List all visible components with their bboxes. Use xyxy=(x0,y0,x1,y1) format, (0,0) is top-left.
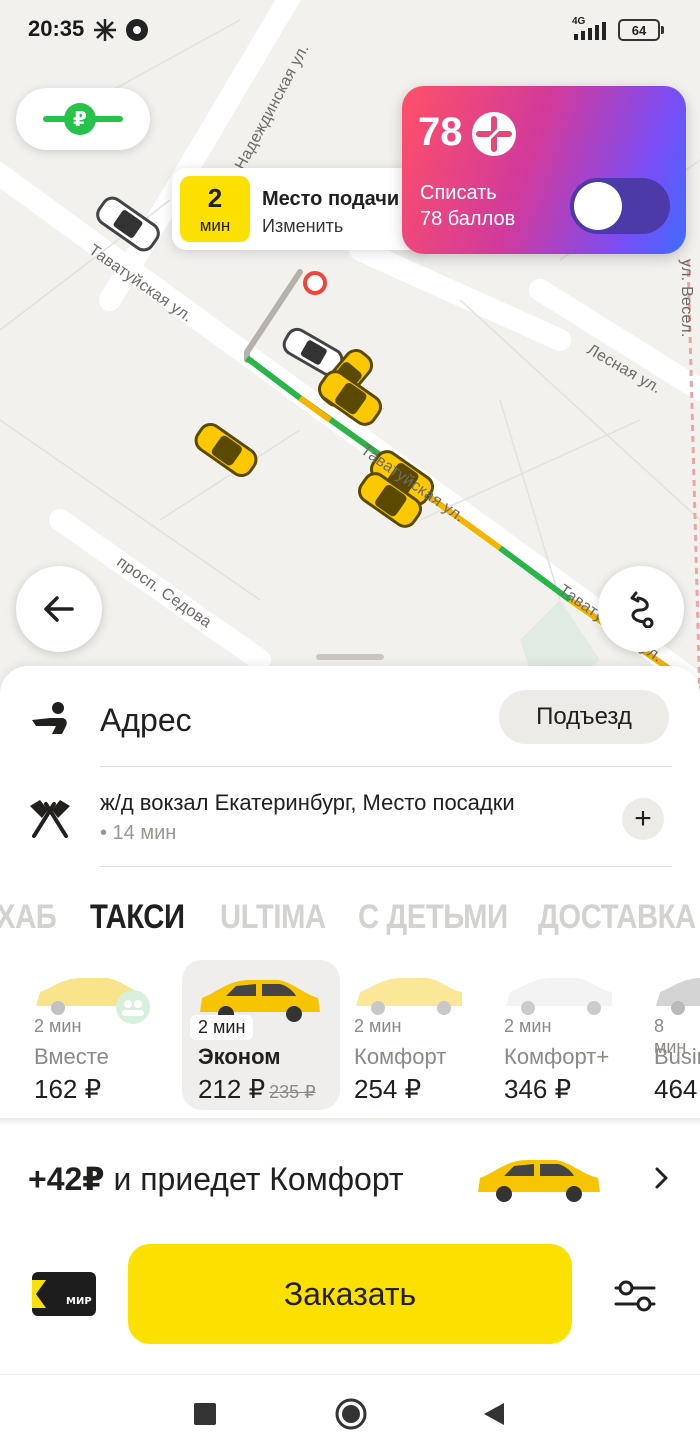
tab-taxi[interactable]: ТАКСИ xyxy=(90,898,185,937)
points-amount-label: 78 баллов xyxy=(420,208,516,230)
tariff-eta: 2 мин xyxy=(190,1015,254,1040)
entrance-button[interactable]: Подъезд xyxy=(499,690,669,744)
people-icon xyxy=(116,990,150,1024)
tariff-old-price: 235 ₽ xyxy=(269,1082,316,1102)
upsell-text: +42₽ и приедет Комфорт xyxy=(28,1161,404,1197)
pedestrian-pointing-icon xyxy=(32,702,67,734)
arrow-left-icon xyxy=(44,596,74,622)
finish-flags-icon xyxy=(30,800,70,838)
tariff-name: Вместе xyxy=(34,1044,109,1069)
tariff-eta: 2 мин xyxy=(34,1016,82,1036)
status-time: 20:35 xyxy=(28,16,85,41)
car-grey-icon xyxy=(656,978,700,1015)
add-stop-button[interactable]: + xyxy=(622,798,664,840)
tariff-name: Эконом xyxy=(198,1044,281,1069)
system-nav-bar xyxy=(0,1374,700,1456)
route-from-row[interactable]: Адрес Подъезд xyxy=(0,674,700,764)
back-nav-icon[interactable] xyxy=(482,1401,506,1427)
car-white-icon xyxy=(506,978,612,1015)
home-icon[interactable] xyxy=(334,1397,368,1431)
plus-points-card[interactable]: 78 Списать 78 баллов xyxy=(402,86,686,254)
pickup-eta-badge: 2 мин xyxy=(180,176,250,242)
signal-icon xyxy=(574,22,606,40)
sliders-icon[interactable] xyxy=(612,1276,658,1316)
destination-duration: • 14 мин xyxy=(100,822,177,844)
tab-kids[interactable]: С ДЕТЬМИ xyxy=(358,898,508,937)
status-bar: 20:35 4G 64 xyxy=(0,0,700,60)
tariff-price: 464 ₽ xyxy=(654,1074,700,1104)
pickup-title: Место подачи xyxy=(262,188,400,210)
chevron-right-icon xyxy=(655,1167,668,1189)
route-icon xyxy=(630,591,654,628)
tariff-card[interactable]: 2 мин Комфорт 254 ₽ xyxy=(338,960,496,1110)
tariff-price: 212 ₽235 ₽ xyxy=(198,1074,316,1104)
ruble-icon: ₽ xyxy=(43,103,123,135)
svg-text:МИР: МИР xyxy=(66,1296,92,1307)
mir-card-icon: МИР xyxy=(32,1280,92,1308)
points-balance: 78 xyxy=(418,110,463,154)
tariff-price: 162 ₽ xyxy=(34,1074,102,1104)
order-button[interactable]: Заказать xyxy=(128,1244,572,1344)
tariff-price: 254 ₽ xyxy=(354,1074,422,1104)
app-notification-icon xyxy=(126,19,148,41)
recents-icon[interactable] xyxy=(194,1403,216,1425)
sheet-grabber[interactable] xyxy=(316,654,384,660)
tariff-eta: 2 мин xyxy=(354,1016,402,1036)
upsell-separator xyxy=(0,1118,700,1126)
back-button[interactable] xyxy=(16,566,102,652)
plus-icon: + xyxy=(634,802,652,835)
street-label: ул. Весел. xyxy=(678,259,695,338)
route-to-row[interactable]: ж/д вокзал Екатеринбург, Место посадки •… xyxy=(0,770,700,866)
svg-text:₽: ₽ xyxy=(73,107,87,131)
tariff-price: 346 ₽ xyxy=(504,1074,572,1104)
tab-delivery[interactable]: ДОСТАВКА xyxy=(538,898,696,937)
tab-hub[interactable]: ХАБ xyxy=(0,898,57,937)
car-yellow-icon xyxy=(356,978,462,1015)
plus-icon xyxy=(472,112,516,156)
pickup-eta-number: 2 xyxy=(207,183,223,213)
divider xyxy=(100,866,672,867)
tariff-card-selected[interactable]: 2 мин Эконом 212 ₽235 ₽ xyxy=(182,960,340,1110)
map-view[interactable]: Надеждинская ул. Таватуйская ул. Лесная … xyxy=(0,0,700,700)
destination-address: ж/д вокзал Екатеринбург, Место посадки xyxy=(100,790,515,815)
points-toggle[interactable] xyxy=(570,178,670,234)
pickup-bubble[interactable]: 2 мин Место подачи Изменить xyxy=(172,168,432,250)
sparkle-icon xyxy=(94,19,116,41)
payment-method-pill[interactable]: ₽ xyxy=(16,88,150,150)
tariff-name: Комфорт+ xyxy=(504,1044,610,1069)
upsell-banner[interactable]: +42₽ и приедет Комфорт xyxy=(0,1126,700,1230)
pickup-eta-unit: мин xyxy=(199,216,231,235)
battery-indicator: 64 xyxy=(618,19,664,41)
tariff-card[interactable]: 2 мин Вместе 162 ₽ xyxy=(18,960,176,1110)
tab-ultima[interactable]: ULTIMA xyxy=(220,898,326,937)
tariff-card[interactable]: 8 мин Business 464 ₽ xyxy=(638,960,700,1110)
points-label: Списать xyxy=(420,182,497,204)
tariff-card[interactable]: 2 мин Комфорт+ 346 ₽ xyxy=(488,960,646,1110)
payment-card-icon[interactable]: МИР xyxy=(32,1272,96,1316)
tariff-eta: 2 мин xyxy=(504,1016,552,1036)
pickup-change-link[interactable]: Изменить xyxy=(262,216,343,237)
route-overview-button[interactable] xyxy=(598,566,684,652)
tariff-name: Комфорт xyxy=(354,1044,447,1069)
from-address: Адрес xyxy=(100,702,192,738)
service-tabs: ХАБ ТАКСИ ULTIMA С ДЕТЬМИ ДОСТАВКА xyxy=(0,898,700,948)
car-yellow-icon xyxy=(478,1160,600,1202)
tariff-name: Business xyxy=(654,1044,700,1069)
toggle-knob xyxy=(574,182,622,230)
divider xyxy=(100,766,672,767)
